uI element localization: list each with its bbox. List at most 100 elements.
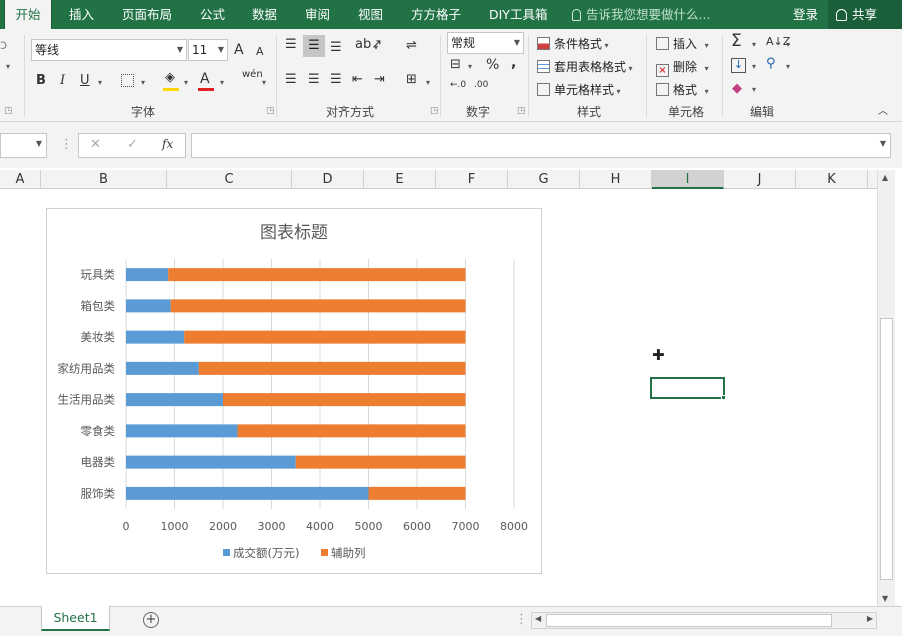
tab-view[interactable]: 视图 <box>358 0 383 29</box>
clipboard-launcher-icon[interactable]: ◳ <box>4 107 13 116</box>
tell-me-box[interactable]: 告诉我您想要做什么... <box>572 0 710 29</box>
font-name-select[interactable]: 等线 ▼ <box>31 39 187 61</box>
fill-dropdown-icon[interactable]: ▾ <box>184 78 188 87</box>
align-bottom-icon[interactable]: ☰ <box>330 41 342 54</box>
selected-cell[interactable] <box>650 377 725 399</box>
format-cells-button[interactable]: 格式 ▾ <box>656 81 709 98</box>
autosum-dropdown-icon[interactable]: ▾ <box>752 40 756 49</box>
align-center-icon[interactable]: ☰ <box>308 73 320 86</box>
phonetic-icon[interactable]: wén <box>242 70 263 80</box>
tab-formulas[interactable]: 公式 <box>200 0 225 29</box>
conditional-format-button[interactable]: 条件格式 ▾ <box>537 35 609 52</box>
phonetic-dropdown-icon[interactable]: ▾ <box>262 78 266 87</box>
enter-check-icon[interactable]: ✓ <box>127 138 138 151</box>
number-format-select[interactable]: 常规 ▼ <box>447 32 524 54</box>
cell-styles-button[interactable]: 单元格样式 ▾ <box>537 81 621 98</box>
fill-handle[interactable] <box>721 395 726 400</box>
orientation-dropdown-icon[interactable]: ▾ <box>374 43 378 52</box>
find-select-icon[interactable]: ⚲ <box>766 57 776 70</box>
more-options-icon[interactable]: ⋮ <box>60 138 73 151</box>
align-launcher-icon[interactable]: ◳ <box>430 107 439 116</box>
align-right-icon[interactable]: ☰ <box>330 73 342 86</box>
horizontal-scrollbar[interactable]: ◀ ▶ <box>531 612 877 629</box>
align-left-icon[interactable]: ☰ <box>285 73 297 86</box>
underline-dropdown-icon[interactable]: ▾ <box>98 78 102 87</box>
scroll-down-icon[interactable]: ▼ <box>882 595 888 603</box>
merge-center-icon[interactable]: ⊞ <box>406 73 417 86</box>
delete-cells-button[interactable]: × 删除 ▾ <box>656 58 709 77</box>
collapse-ribbon-icon[interactable]: ︿ <box>878 107 888 117</box>
shrink-font-icon[interactable]: A <box>256 46 264 57</box>
tab-page-layout[interactable]: 页面布局 <box>122 0 172 29</box>
column-header[interactable]: G <box>508 170 580 189</box>
clear-dropdown-icon[interactable]: ▾ <box>752 85 756 94</box>
border-icon[interactable] <box>121 74 134 87</box>
sheet-tab[interactable]: Sheet1 <box>41 606 110 631</box>
bold-button[interactable]: B <box>36 74 46 87</box>
increase-decimal-icon[interactable]: ←.0 <box>450 81 466 90</box>
align-middle-icon[interactable]: ☰ <box>303 35 325 57</box>
border-dropdown-icon[interactable]: ▾ <box>141 78 145 87</box>
chart-area[interactable]: 图表标题 玩具类 箱包类 美妆类 家纺用品类 生活用品类 零食类 电器类 服饰类 0 1000 2… <box>46 208 542 574</box>
column-header[interactable]: J <box>724 170 796 189</box>
fill-dropdown-icon[interactable]: ▾ <box>752 62 756 71</box>
column-header[interactable]: B <box>41 170 167 189</box>
merge-dropdown-icon[interactable]: ▾ <box>426 78 430 87</box>
grow-font-icon[interactable]: A <box>234 43 244 57</box>
format-as-table-button[interactable]: 套用表格格式 ▾ <box>537 58 633 75</box>
clear-eraser-icon[interactable]: ◆ <box>732 82 742 95</box>
font-color-icon[interactable]: A <box>200 72 210 86</box>
column-header[interactable]: A <box>0 170 41 189</box>
accounting-format-icon[interactable]: ⊟ <box>450 58 461 71</box>
cancel-icon[interactable]: ✕ <box>90 138 101 151</box>
decrease-indent-icon[interactable]: ⇤ <box>352 73 363 86</box>
orientation-icon[interactable]: ab↗ <box>355 38 382 51</box>
login-button[interactable]: 登录 <box>793 0 818 29</box>
chart-title[interactable]: 图表标题 <box>260 223 328 243</box>
decrease-decimal-icon[interactable]: .00 <box>474 81 488 90</box>
column-header[interactable]: H <box>580 170 652 189</box>
find-dropdown-icon[interactable]: ▾ <box>786 62 790 71</box>
wrap-text-icon[interactable]: ⇌ <box>406 39 417 52</box>
tab-insert[interactable]: 插入 <box>69 0 94 29</box>
insert-function-button[interactable]: fx <box>162 138 173 150</box>
expand-formula-icon[interactable]: ▼ <box>880 139 886 148</box>
column-header[interactable]: D <box>292 170 364 189</box>
italic-button[interactable]: I <box>60 74 65 87</box>
add-sheet-button[interactable]: + <box>143 612 159 628</box>
number-launcher-icon[interactable]: ◳ <box>517 107 526 116</box>
scroll-up-icon[interactable]: ▲ <box>882 174 888 182</box>
increase-indent-icon[interactable]: ⇥ <box>374 73 385 86</box>
vertical-scrollbar[interactable]: ▲ ▼ <box>877 170 895 606</box>
column-header[interactable]: C <box>167 170 292 189</box>
comma-button[interactable]: , <box>511 56 516 70</box>
fill-color-icon[interactable]: ◈ <box>165 71 175 84</box>
scroll-thumb[interactable] <box>880 318 893 580</box>
format-painter-icon[interactable]: ↄ <box>0 39 7 52</box>
sort-dropdown-icon[interactable]: ▾ <box>786 40 790 49</box>
fill-down-icon[interactable]: ↓ <box>731 58 746 73</box>
tab-home[interactable]: 开始 <box>4 0 52 29</box>
font-color-dropdown-icon[interactable]: ▾ <box>220 78 224 87</box>
column-header-selected[interactable]: I <box>652 170 724 189</box>
autosum-icon[interactable]: Σ <box>731 33 742 50</box>
tab-fangfangezi[interactable]: 方方格子 <box>411 0 461 29</box>
column-header[interactable]: E <box>364 170 436 189</box>
share-button[interactable]: 共享 <box>828 0 902 29</box>
clipboard-dropdown-icon[interactable]: ▾ <box>6 62 10 71</box>
insert-cells-button[interactable]: 插入 ▾ <box>656 35 709 52</box>
name-box[interactable]: ▼ <box>0 133 47 158</box>
tab-data[interactable]: 数据 <box>252 0 277 29</box>
font-launcher-icon[interactable]: ◳ <box>266 107 275 116</box>
tab-diy-toolbox[interactable]: DIY工具箱 <box>489 0 547 29</box>
accounting-dropdown-icon[interactable]: ▾ <box>468 62 472 71</box>
scroll-left-icon[interactable]: ◀ <box>535 614 541 623</box>
scroll-right-icon[interactable]: ▶ <box>867 614 873 623</box>
tab-review[interactable]: 审阅 <box>305 0 330 29</box>
percent-button[interactable]: % <box>486 58 499 72</box>
scroll-thumb[interactable] <box>546 614 832 627</box>
font-size-select[interactable]: 11 ▼ <box>188 39 228 61</box>
legend[interactable]: 成交额(万元) 辅助列 <box>223 546 366 560</box>
underline-button[interactable]: U <box>80 74 90 87</box>
column-header[interactable]: F <box>436 170 508 189</box>
